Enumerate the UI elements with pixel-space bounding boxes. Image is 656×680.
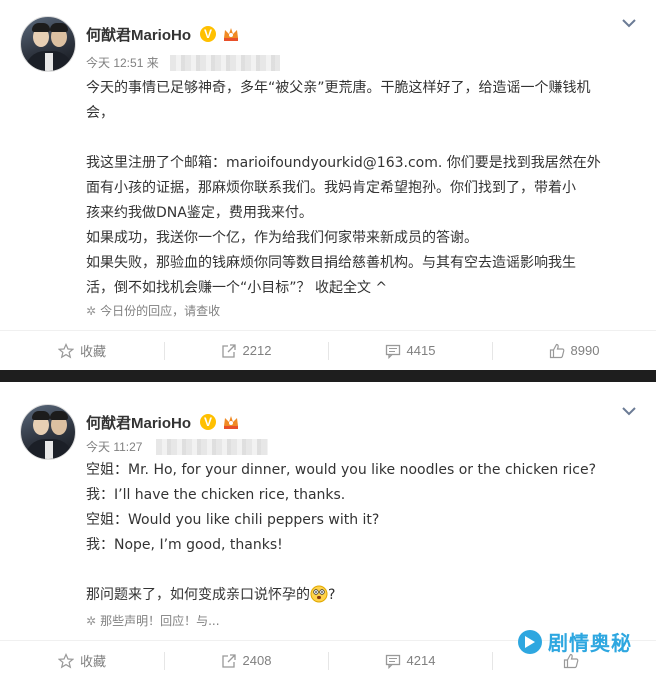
post-time[interactable]: 今天 12:51 来 bbox=[86, 54, 159, 71]
post-line: 那问题来了，如何变成亲口说怀孕的? bbox=[86, 585, 336, 603]
thumbs-up-icon bbox=[549, 343, 564, 358]
member-crown-icon[interactable] bbox=[222, 26, 240, 42]
post-line: 面有小孩的证据，那麻烦你联系我们。我妈肯定希望抱孙。你们找到了，带着小 bbox=[86, 180, 576, 196]
like-button[interactable]: 8990 bbox=[492, 331, 656, 370]
favorite-button[interactable]: 收藏 bbox=[0, 641, 164, 680]
weibo-post-1: 何猷君MarioHo V 今天 12:51 来 今天的事情已足够神奇，多年“被父… bbox=[0, 0, 656, 370]
reply-hint[interactable]: ✲ 今日份的回应，请查收 bbox=[86, 302, 220, 319]
avatar[interactable] bbox=[20, 16, 76, 72]
comment-icon bbox=[385, 344, 400, 359]
post-line: 我：Nope, I’m good, thanks! bbox=[86, 537, 283, 553]
post-line: 空姐：Would you like chili peppers with it? bbox=[86, 512, 380, 528]
post-divider bbox=[0, 370, 656, 382]
collapse-full-text-link[interactable]: 收起全文 ^ bbox=[315, 280, 387, 296]
watermark: 剧情奥秘 bbox=[518, 627, 632, 656]
reply-hint[interactable]: ✲ 那些声明！回应！与... bbox=[86, 612, 220, 629]
blurred-source bbox=[156, 439, 268, 455]
author-name[interactable]: 何猷君MarioHo bbox=[86, 24, 191, 45]
avatar[interactable] bbox=[20, 404, 76, 460]
sparkle-icon: ✲ bbox=[86, 614, 97, 628]
post-line: 我这里注册了个邮箱：marioifoundyourkid@163.com. 你们… bbox=[86, 155, 601, 171]
comment-icon bbox=[385, 654, 400, 669]
verified-badge-icon: V bbox=[200, 26, 216, 42]
weibo-post-2: 何猷君MarioHo V 今天 11:27 空姐：Mr. Ho, for you… bbox=[0, 382, 656, 680]
play-logo-icon bbox=[518, 629, 542, 654]
post-line: 空姐：Mr. Ho, for your dinner, would you li… bbox=[86, 462, 597, 478]
comment-button[interactable]: 4415 bbox=[328, 331, 492, 370]
star-icon bbox=[57, 652, 74, 668]
repost-button[interactable]: 2408 bbox=[164, 641, 328, 680]
post-line: 如果失败，那验血的钱麻烦你同等数目捐给慈善机构。与其有空去造谣影响我生 bbox=[86, 255, 576, 271]
author-name[interactable]: 何猷君MarioHo bbox=[86, 412, 191, 433]
chevron-down-icon[interactable] bbox=[622, 406, 636, 416]
watermark-text: 剧情奥秘 bbox=[548, 631, 632, 655]
post-time[interactable]: 今天 11:27 bbox=[86, 438, 142, 455]
comment-button[interactable]: 4214 bbox=[328, 641, 492, 680]
share-icon bbox=[221, 653, 236, 668]
repost-button[interactable]: 2212 bbox=[164, 331, 328, 370]
post-line: 我：I’ll have the chicken rice, thanks. bbox=[86, 487, 346, 503]
post-line: 如果成功，我送你一个亿，作为给我们何家带来新成员的答谢。 bbox=[86, 230, 478, 246]
sparkle-icon: ✲ bbox=[86, 304, 97, 318]
post-line: 孩来约我做DNA鉴定，费用我来付。 bbox=[86, 205, 313, 221]
favorite-button[interactable]: 收藏 bbox=[0, 331, 164, 370]
shocked-face-emoji-icon bbox=[310, 585, 328, 603]
member-crown-icon[interactable] bbox=[222, 414, 240, 430]
star-icon bbox=[57, 342, 74, 358]
post-line: 活，倒不如找机会赚一个“小目标”？ 收起全文 ^ bbox=[86, 280, 388, 296]
post-line bbox=[86, 126, 634, 151]
post-text: 今天的事情已足够神奇，多年“被父亲”更荒唐。干脆这样好了，给造谣一个赚钱机 会，… bbox=[86, 76, 634, 301]
post-text: 空姐：Mr. Ho, for your dinner, would you li… bbox=[86, 458, 634, 608]
post-line bbox=[86, 558, 634, 583]
blurred-source bbox=[170, 55, 280, 71]
post-line: 会， bbox=[86, 105, 114, 121]
share-icon bbox=[221, 343, 236, 358]
chevron-down-icon[interactable] bbox=[622, 18, 636, 28]
verified-badge-icon: V bbox=[200, 414, 216, 430]
action-bar: 收藏 2212 4415 8990 bbox=[0, 330, 656, 370]
post-line: 今天的事情已足够神奇，多年“被父亲”更荒唐。干脆这样好了，给造谣一个赚钱机 bbox=[86, 80, 591, 96]
